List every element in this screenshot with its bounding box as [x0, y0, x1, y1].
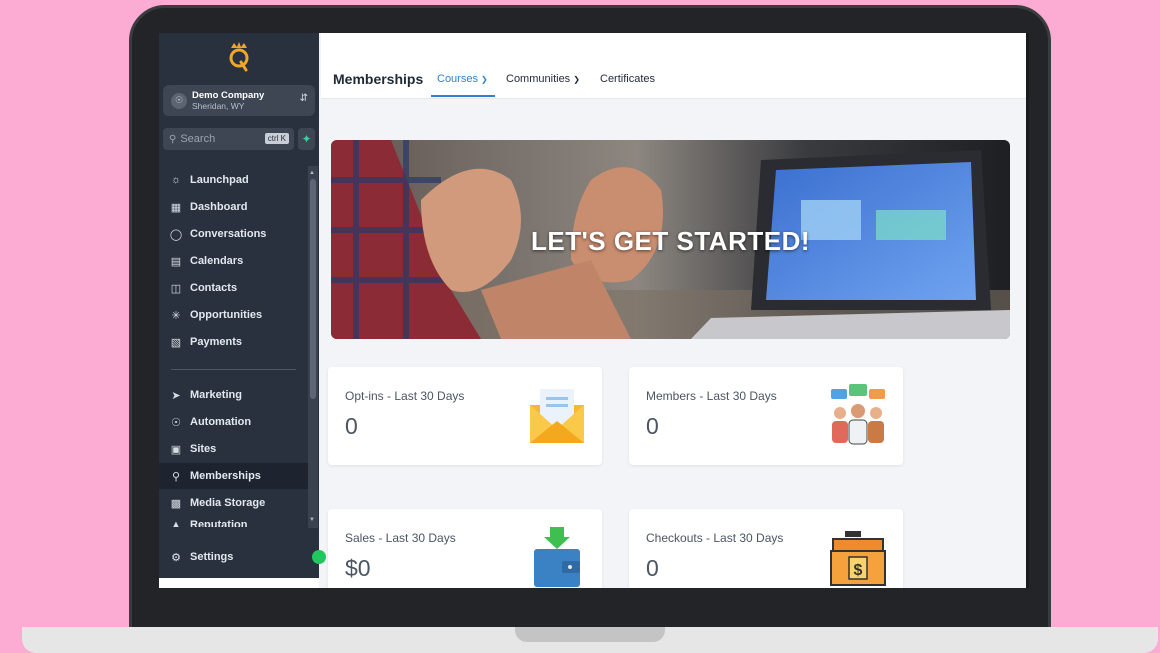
screen-edge	[1026, 33, 1029, 588]
tab-label: Certificates	[600, 73, 656, 85]
envelope-icon	[530, 389, 584, 443]
sidebar-item-label: Contacts	[190, 282, 238, 294]
sidebar-item-memberships[interactable]: ⚲ Memberships	[159, 463, 308, 489]
sidebar-divider	[171, 369, 296, 370]
star-icon: ▲	[170, 519, 182, 527]
sidebar-item-opportunities[interactable]: ✳ Opportunities	[159, 302, 308, 328]
tab-label: Courses	[437, 73, 478, 85]
card-label: Sales - Last 30 Days	[345, 531, 456, 545]
chevron-down-icon: ❯	[573, 75, 580, 84]
app-screen: ☉ Demo Company Sheridan, WY ⇵ ⚲ Search c…	[159, 33, 1029, 588]
sidebar-item-label: Dashboard	[190, 201, 248, 213]
sidebar-item-settings[interactable]: ⚙ Settings	[159, 543, 319, 571]
wallet-icon	[534, 527, 580, 587]
hero-banner: LET'S GET STARTED!	[331, 140, 1010, 339]
sidebar-item-launchpad[interactable]: ☼ Launchpad	[159, 167, 308, 193]
card-value: $0	[345, 555, 371, 581]
send-icon: ➤	[171, 389, 181, 402]
banner-heading: LET'S GET STARTED!	[530, 226, 811, 256]
laptop-notch	[515, 627, 665, 642]
company-name: Demo Company	[192, 89, 265, 101]
award-icon: ⚲	[171, 470, 181, 483]
sidebar-item-label: Media Storage	[190, 497, 266, 509]
cash-register-icon: $	[830, 531, 886, 586]
search-input[interactable]: ⚲ Search ctrl K	[163, 128, 294, 150]
stat-card-checkouts: Checkouts - Last 30 Days 0 $	[629, 509, 903, 588]
sidebar: ☉ Demo Company Sheridan, WY ⇵ ⚲ Search c…	[159, 33, 319, 588]
sidebar-item-sites[interactable]: ▣ Sites	[159, 436, 308, 462]
sidebar-item-label: Marketing	[190, 389, 242, 401]
chat-icon: ◯	[169, 228, 183, 241]
top-bar: Memberships Courses ❯ Communities ❯ Cert…	[321, 33, 1029, 99]
active-tab-indicator	[431, 95, 495, 97]
sidebar-item-label: Memberships	[190, 470, 261, 482]
search-icon: ⚲	[169, 133, 177, 145]
card-value: 0	[345, 413, 358, 439]
search-placeholder: Search	[180, 133, 216, 145]
switch-company-icon: ⇵	[299, 93, 308, 104]
image-icon: ▩	[170, 497, 182, 510]
sidebar-item-contacts[interactable]: ◫ Contacts	[159, 275, 308, 301]
app-logo-icon[interactable]	[227, 42, 251, 72]
receipt-icon: ▧	[170, 336, 182, 349]
sidebar-item-label: Calendars	[190, 255, 244, 267]
sidebar-item-label: Launchpad	[190, 174, 249, 186]
sidebar-scrollbar-thumb[interactable]	[310, 179, 316, 399]
stat-card-sales: Sales - Last 30 Days $0	[328, 509, 602, 588]
contact-card-icon: ◫	[170, 282, 182, 295]
sidebar-item-reputation[interactable]: ▲ Reputation	[159, 517, 308, 527]
rocket-icon: ☼	[170, 174, 182, 186]
card-value: 0	[646, 413, 659, 439]
sparkle-button[interactable]: ✦	[298, 128, 315, 150]
company-location: Sheridan, WY	[192, 100, 245, 111]
stat-card-members: Members - Last 30 Days 0	[629, 367, 903, 465]
members-icon	[831, 384, 885, 445]
sidebar-item-label: Opportunities	[190, 309, 263, 321]
sidebar-item-conversations[interactable]: ◯ Conversations	[159, 221, 308, 247]
tab-courses[interactable]: Courses ❯	[437, 73, 488, 85]
page-title: Memberships	[333, 71, 424, 87]
gear-icon: ⚙	[171, 551, 181, 564]
sidebar-item-payments[interactable]: ▧ Payments	[159, 329, 308, 355]
company-avatar-icon: ☉	[171, 92, 187, 109]
tab-certificates[interactable]: Certificates	[600, 73, 655, 85]
chevron-down-icon: ❯	[481, 75, 488, 84]
scroll-up-icon[interactable]: ▲	[309, 170, 315, 176]
sidebar-item-label: Reputation	[190, 519, 248, 527]
company-switcher[interactable]: ☉ Demo Company Sheridan, WY ⇵	[163, 85, 315, 116]
card-value: 0	[646, 555, 659, 581]
sidebar-item-calendars[interactable]: ▤ Calendars	[159, 248, 308, 274]
grid-icon: ▦	[170, 201, 182, 214]
sidebar-item-label: Sites	[190, 443, 217, 455]
sidebar-item-label: Payments	[190, 336, 242, 348]
card-label: Opt-ins - Last 30 Days	[345, 389, 465, 403]
sidebar-item-media-storage[interactable]: ▩ Media Storage	[159, 490, 308, 516]
card-label: Members - Last 30 Days	[646, 389, 777, 403]
sidebar-item-marketing[interactable]: ➤ Marketing	[159, 382, 308, 408]
search-shortcut: ctrl K	[264, 133, 289, 144]
sidebar-footer	[159, 578, 319, 588]
tab-communities[interactable]: Communities ❯	[506, 73, 580, 85]
pipeline-icon: ✳	[171, 309, 181, 322]
sidebar-item-label: Automation	[190, 416, 252, 428]
sidebar-item-automation[interactable]: ☉ Automation	[159, 409, 308, 435]
svg-text:$: $	[854, 562, 863, 579]
tab-label: Communities	[506, 73, 571, 85]
globe-icon: ▣	[170, 443, 182, 456]
automation-icon: ☉	[171, 416, 181, 429]
status-dot-icon	[312, 550, 326, 564]
sidebar-item-dashboard[interactable]: ▦ Dashboard	[159, 194, 308, 220]
sidebar-item-label: Conversations	[190, 228, 267, 240]
calendar-icon: ▤	[170, 255, 182, 268]
stat-card-optins: Opt-ins - Last 30 Days 0	[328, 367, 602, 465]
card-label: Checkouts - Last 30 Days	[646, 531, 784, 545]
settings-label: Settings	[190, 551, 234, 563]
scroll-down-icon[interactable]: ▼	[309, 517, 315, 523]
